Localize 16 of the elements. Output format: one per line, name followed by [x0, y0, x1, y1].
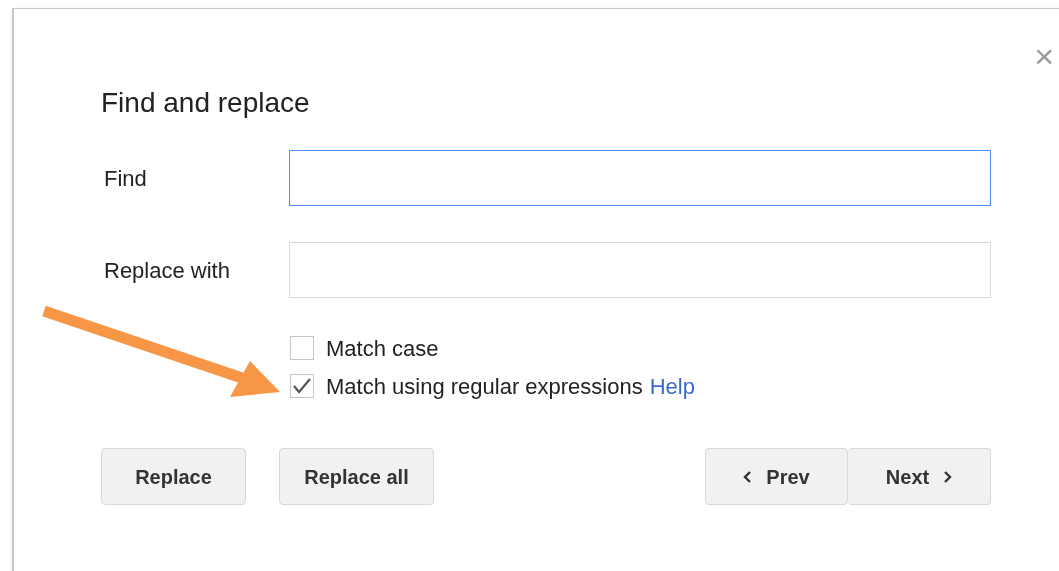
checkbox[interactable] — [290, 336, 314, 360]
next-button[interactable]: Next — [848, 448, 991, 505]
field-label: Find — [103, 164, 148, 193]
field-label: Replace with — [103, 256, 231, 285]
dialog-title: Find and replace — [101, 86, 310, 120]
option-label: Match using regular expressions — [326, 373, 643, 399]
checkmark-icon — [292, 377, 312, 395]
action-button[interactable]: Replace all — [279, 448, 434, 505]
help-link[interactable]: Help — [649, 373, 695, 399]
prev-button[interactable]: Prev — [705, 448, 848, 505]
chevron-right-icon — [943, 470, 953, 483]
option-label: Match case — [326, 335, 439, 361]
chevron-left-icon — [743, 470, 753, 483]
checkbox[interactable] — [290, 374, 314, 398]
action-button[interactable]: Replace — [101, 448, 246, 505]
text-field[interactable] — [289, 150, 991, 206]
